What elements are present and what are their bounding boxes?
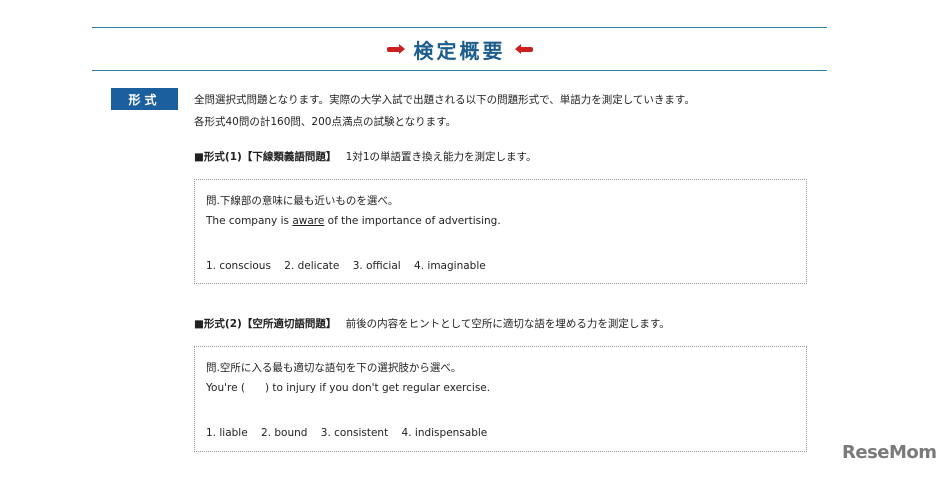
format-1-choices: 1. conscious 2. delicate 3. official 4. … (206, 260, 496, 272)
format-2-choices: 1. liable 2. bound 3. consistent 4. indi… (206, 427, 497, 439)
choice-item: 1. conscious (206, 260, 271, 272)
choice-item: 1. liable (206, 427, 248, 439)
sentence-before: The company is (206, 215, 293, 227)
section-badge: 形式 (111, 88, 178, 110)
resemom-logo: ReseMom (842, 442, 937, 463)
format-2-heading: ■形式(2)【空所適切語問題】 前後の内容をヒントとして空所に適切な語を埋める力… (194, 316, 670, 331)
header: 検定概要 (92, 33, 827, 65)
header-top-rule (92, 27, 827, 28)
sentence-after: of the importance of advertising. (324, 215, 501, 227)
format-1-sentence: The company is aware of the importance o… (206, 215, 501, 227)
format-2-description: 前後の内容をヒントとして空所に適切な語を埋める力を測定します。 (345, 318, 670, 330)
format-2-label: ■形式(2)【空所適切語問題】 (194, 318, 337, 330)
choice-item: 3. official (352, 260, 401, 272)
format-2-sentence: You're ( ) to injury if you don't get re… (206, 382, 491, 394)
choice-item: 3. consistent (320, 427, 389, 439)
intro-line-1: 全問選択式問題となります。実際の大学入試で出題される以下の問題形式で、単語力を測… (194, 94, 695, 106)
format-1-label: ■形式(1)【下線類義語問題】 (194, 151, 337, 163)
choice-item: 2. bound (261, 427, 308, 439)
arrow-right-icon (386, 43, 405, 54)
format-1-example-box: 問.下線部の意味に最も近いものを選べ。 The company is aware… (194, 179, 807, 284)
format-1-heading: ■形式(1)【下線類義語問題】 1対1の単語置き換え能力を測定します。 (194, 149, 536, 164)
format-1-prompt: 問.下線部の意味に最も近いものを選べ。 (206, 195, 399, 207)
intro-line-2: 各形式40問の計160問、200点満点の試験となります。 (194, 116, 457, 128)
choice-item: 2. delicate (284, 260, 340, 272)
underlined-word: aware (292, 215, 325, 227)
format-2-prompt: 問.空所に入る最も適切な語句を下の選択肢から選べ。 (206, 362, 462, 374)
format-1-description: 1対1の単語置き換え能力を測定します。 (345, 151, 537, 163)
arrow-left-icon (514, 43, 533, 54)
header-bottom-rule (92, 70, 827, 71)
page-title: 検定概要 (413, 38, 506, 63)
choice-item: 4. imaginable (414, 260, 486, 272)
choice-item: 4. indispensable (401, 427, 488, 439)
format-2-example-box: 問.空所に入る最も適切な語句を下の選択肢から選べ。 You're ( ) to … (194, 346, 807, 452)
